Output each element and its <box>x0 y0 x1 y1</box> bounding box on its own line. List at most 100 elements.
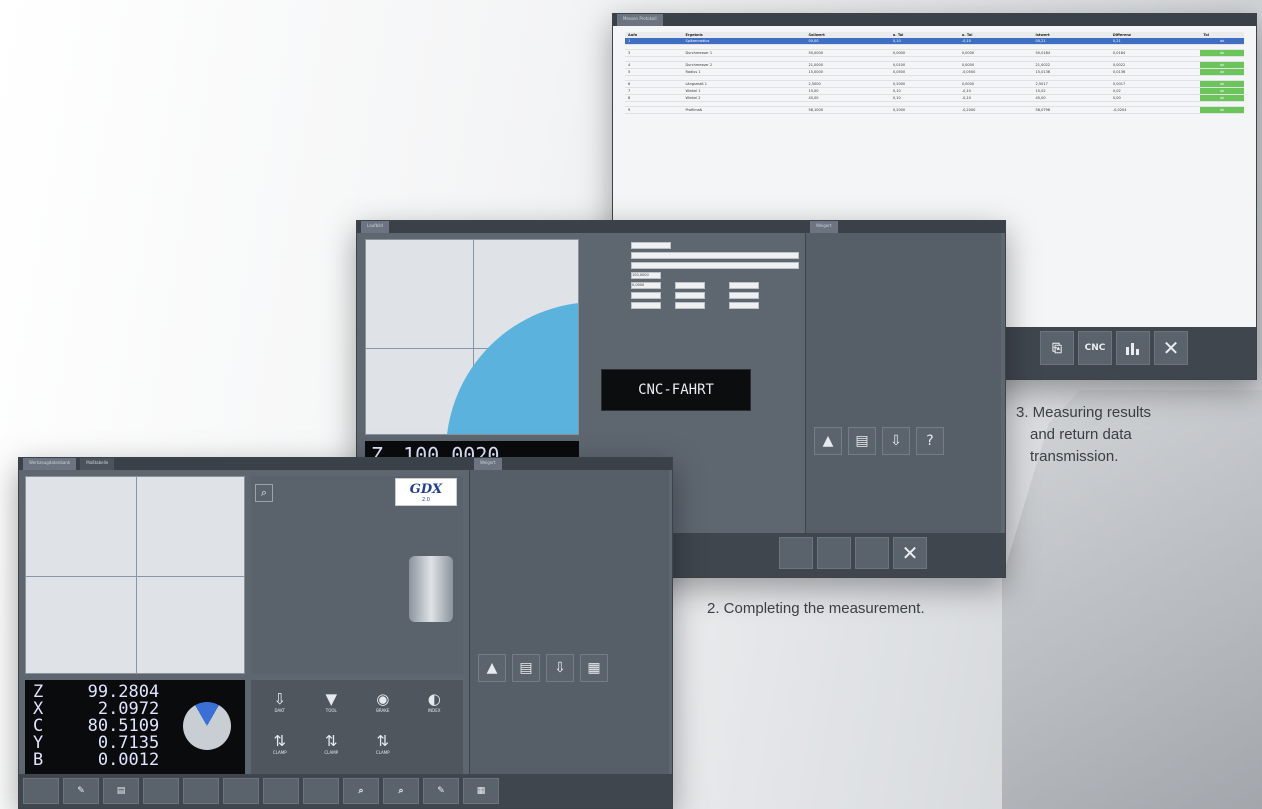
tool-button-tool[interactable]: ▼ TOOL <box>307 690 357 730</box>
table-cell: 0,0500 <box>889 68 959 76</box>
table-cell: ok <box>1200 80 1244 88</box>
table-cell: Durchmesser 2 <box>682 61 806 69</box>
param-field-1[interactable]: 100,0000 <box>631 272 661 279</box>
tab-masstabelle[interactable]: Maßtabelle <box>80 458 115 470</box>
toolbar-slot-1[interactable] <box>779 537 813 569</box>
table-cell: ok <box>1200 61 1244 69</box>
tool-icon[interactable]: ⇩ <box>882 427 910 455</box>
axis-label: B <box>33 750 44 770</box>
toolbar-slot[interactable] <box>143 778 179 804</box>
table-cell: 0,0000 <box>958 61 1033 69</box>
toolbar-slot[interactable] <box>183 778 219 804</box>
program-icon[interactable]: ▤ <box>512 654 540 682</box>
table-cell: ok <box>1200 68 1244 76</box>
table-cell: ok <box>1200 49 1244 57</box>
tool-glyph-icon: ▼ <box>325 690 338 708</box>
tool-button-clamp[interactable]: ⇅ CLAMP <box>255 732 305 772</box>
tool-button-clamp[interactable]: ⇅ CLAMP <box>358 732 408 772</box>
tool-button-dakt[interactable]: ⇩ DAKT <box>255 690 305 730</box>
table-cell: 50,0000 <box>805 49 890 57</box>
table-cell: 3 <box>625 49 683 57</box>
tab-weigert[interactable]: Weigert <box>474 458 502 470</box>
table-row[interactable]: 7 Winkel 1 15,00 0,10 -0,10 15,02 0,02 ok <box>625 87 1244 95</box>
table-cell: 58,1000 <box>805 106 890 114</box>
table-cell: 0,00 <box>1109 94 1201 102</box>
toolbar-slot-2[interactable] <box>817 537 851 569</box>
tool-button-index[interactable]: ◐ INDEX <box>410 690 460 730</box>
tool-glyph-icon: ◐ <box>427 690 441 708</box>
table-row[interactable]: 6 Längsmaß 1 2,5000 0,2000 0,0000 2,5017 0,001… <box>625 80 1244 88</box>
caption-step2: 2. Completing the measurement. <box>707 600 925 617</box>
table-row[interactable]: 4 Durchmesser 2 21,0000 0,0100 0,0000 21,0022… <box>625 61 1244 69</box>
profile-graph <box>365 239 579 435</box>
table-cell: 21,0000 <box>805 61 890 69</box>
tool-icon[interactable]: ⇩ <box>546 654 574 682</box>
chart-button[interactable] <box>1116 331 1150 365</box>
help-icon[interactable]: ? <box>916 427 944 455</box>
table-cell: ok <box>1200 106 1244 114</box>
tool-glyph-icon: ⇩ <box>273 690 287 708</box>
table-cell: Durchmesser 1 <box>682 49 806 57</box>
table-row[interactable]: 3 Durchmesser 1 50,0000 0,0000 0,0000 50,0184… <box>625 49 1244 57</box>
toolbar-slot[interactable] <box>223 778 259 804</box>
edit-icon[interactable]: ✎ <box>423 778 459 804</box>
table-cell: 0,2000 <box>889 106 959 114</box>
toolbar-slot-3[interactable] <box>855 537 889 569</box>
caption-step3-line3: transmission. <box>1030 448 1119 465</box>
table-cell: Winkel 1 <box>682 87 806 95</box>
zoom-icon[interactable]: ⌕ <box>343 778 379 804</box>
edit-icon[interactable]: ✎ <box>63 778 99 804</box>
tool-info-panel: ⌕ GDX 2.0 <box>251 476 463 674</box>
close-button[interactable]: ✕ <box>1154 331 1188 365</box>
table-cell: 58,0796 <box>1032 106 1110 114</box>
table-cell: 0,0136 <box>1109 68 1201 76</box>
toolbar-slot[interactable] <box>303 778 339 804</box>
axis-readout: Z 99.2804 X 2.0972 C 80.5109 Y 0.7135 B 0.0012 <box>25 680 245 774</box>
tool-graph <box>25 476 245 674</box>
tooldb-toolbar: ✎ ▤ ⌕ ⌕ ✎ ▦ <box>19 774 672 808</box>
table-cell: 2,5000 <box>805 80 890 88</box>
search-icon[interactable]: ⌕ <box>255 484 273 502</box>
tab-messen-protokoll[interactable]: Messen Protokoll <box>617 14 663 26</box>
program-icon[interactable]: ▤ <box>848 427 876 455</box>
grid-icon[interactable]: ▦ <box>463 778 499 804</box>
toolbar-slot[interactable] <box>263 778 299 804</box>
cnc-fahrt-banner: CNC-FAHRT <box>601 369 751 411</box>
tool-glyph-icon: ⇅ <box>273 732 287 750</box>
search-icon[interactable]: ⌕ <box>383 778 419 804</box>
tab-werkzeugdatenbank[interactable]: Werkzeugdatenbank <box>23 458 77 470</box>
table-cell: ok <box>1200 94 1244 102</box>
tool-button-brake[interactable]: ◉ BRAKE <box>358 690 408 730</box>
measure-icon[interactable]: ▲ <box>814 427 842 455</box>
table-cell: 5 <box>625 68 683 76</box>
export-button[interactable]: ⎘ <box>1040 331 1074 365</box>
toolbar-slot[interactable] <box>23 778 59 804</box>
results-table: Aufn Ergebnis Sollwert o. Tol u. Tol Istwert D… <box>625 32 1244 114</box>
grid-icon[interactable]: ▦ <box>580 654 608 682</box>
table-cell: 9 <box>625 106 683 114</box>
table-cell: 45,00 <box>805 94 890 102</box>
table-row[interactable]: 9 Profilmaß 58,1000 0,2000 -0,2000 58,0796 -0,… <box>625 106 1244 114</box>
close-button[interactable]: ✕ <box>893 537 927 569</box>
table-cell: -0,2000 <box>958 106 1033 114</box>
tab-laufbild[interactable]: Laufbild <box>361 221 389 233</box>
table-row[interactable]: 5 Radius 1 15,0000 0,0500 -0,0500 15,0136 0,01… <box>625 68 1244 76</box>
tab-weigert[interactable]: Weigert <box>810 221 838 233</box>
table-cell: 45,00 <box>1032 94 1110 102</box>
table-cell: -0,0500 <box>958 68 1033 76</box>
table-cell: 0,2000 <box>889 80 959 88</box>
cnc-button[interactable]: CNC <box>1078 331 1112 365</box>
params-panel: 100,0000 0,0000 <box>587 239 799 359</box>
table-cell: 0,0000 <box>958 80 1033 88</box>
axis-value: 0.0012 <box>97 750 160 770</box>
tool-button-clamp[interactable]: ⇅ CLAMP <box>307 732 357 772</box>
measure-icon[interactable]: ▲ <box>478 654 506 682</box>
table-cell: Winkel 2 <box>682 94 806 102</box>
list-icon[interactable]: ▤ <box>103 778 139 804</box>
results-tabbar: Messen Protokoll <box>613 14 1256 26</box>
param-field-2[interactable]: 0,0000 <box>631 282 661 289</box>
table-row[interactable]: 8 Winkel 2 45,00 0,10 -0,10 45,00 0,00 ok <box>625 94 1244 102</box>
table-cell: 0,02 <box>1109 87 1201 95</box>
table-cell: 15,02 <box>1032 87 1110 95</box>
table-cell: 0,10 <box>889 94 959 102</box>
